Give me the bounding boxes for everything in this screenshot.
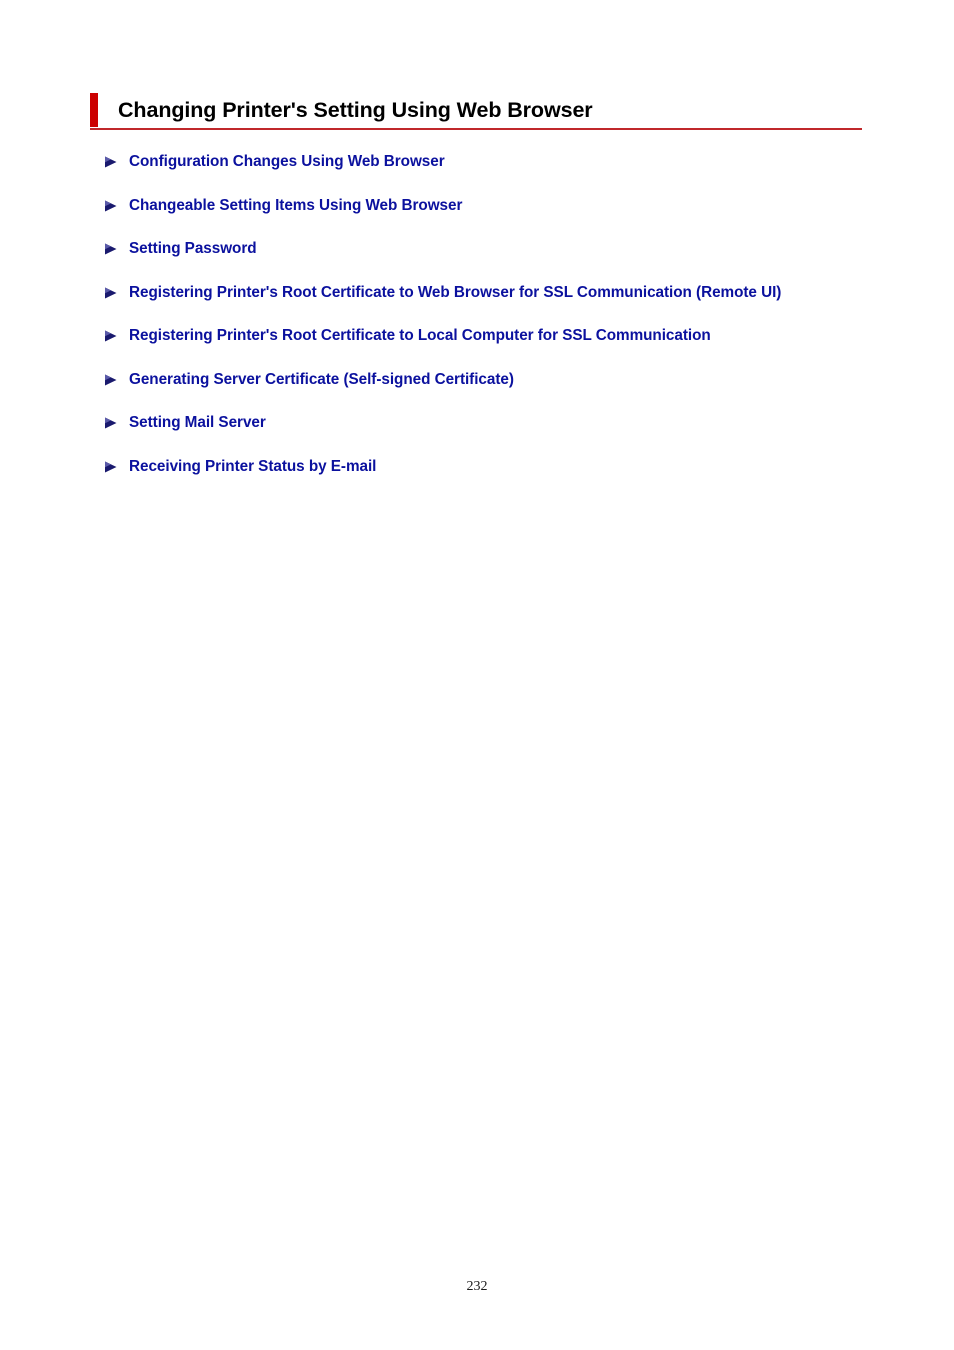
heading-divider-rule [90, 128, 862, 130]
topic-link[interactable]: Registering Printer's Root Certificate t… [129, 281, 874, 304]
list-item[interactable]: Generating Server Certificate (Self-sign… [104, 368, 884, 391]
topic-link[interactable]: Registering Printer's Root Certificate t… [129, 324, 749, 347]
arrow-right-bullet-icon [105, 200, 117, 211]
page-title: Changing Printer's Setting Using Web Bro… [118, 98, 593, 122]
page-number: 232 [466, 1279, 488, 1294]
topic-link-list: Configuration Changes Using Web Browser … [104, 150, 884, 498]
list-item[interactable]: Registering Printer's Root Certificate t… [104, 324, 884, 347]
arrow-right-bullet-icon [105, 156, 117, 168]
topic-link[interactable]: Setting Password [129, 237, 257, 260]
heading-row: Changing Printer's Setting Using Web Bro… [90, 93, 862, 127]
document-page: Changing Printer's Setting Using Web Bro… [0, 0, 954, 1350]
list-item[interactable]: Registering Printer's Root Certificate t… [104, 281, 884, 304]
list-item[interactable]: Configuration Changes Using Web Browser [104, 150, 884, 173]
list-item[interactable]: Changeable Setting Items Using Web Brows… [104, 194, 884, 217]
list-item[interactable]: Setting Mail Server [104, 411, 884, 434]
topic-link[interactable]: Changeable Setting Items Using Web Brows… [129, 194, 462, 217]
list-item[interactable]: Setting Password [104, 237, 884, 260]
topic-link[interactable]: Receiving Printer Status by E-mail [129, 455, 376, 478]
arrow-right-bullet-icon [105, 330, 117, 342]
topic-link[interactable]: Generating Server Certificate (Self-sign… [129, 368, 514, 391]
page-heading: Changing Printer's Setting Using Web Bro… [90, 93, 862, 130]
topic-link[interactable]: Configuration Changes Using Web Browser [129, 150, 445, 173]
arrow-right-bullet-icon [105, 461, 117, 472]
arrow-right-bullet-icon [105, 417, 117, 429]
heading-accent-bar [90, 93, 98, 127]
arrow-right-bullet-icon [105, 374, 117, 385]
topic-link[interactable]: Setting Mail Server [129, 411, 266, 434]
list-item[interactable]: Receiving Printer Status by E-mail [104, 455, 884, 478]
arrow-right-bullet-icon [105, 287, 117, 298]
arrow-right-bullet-icon [105, 243, 117, 255]
